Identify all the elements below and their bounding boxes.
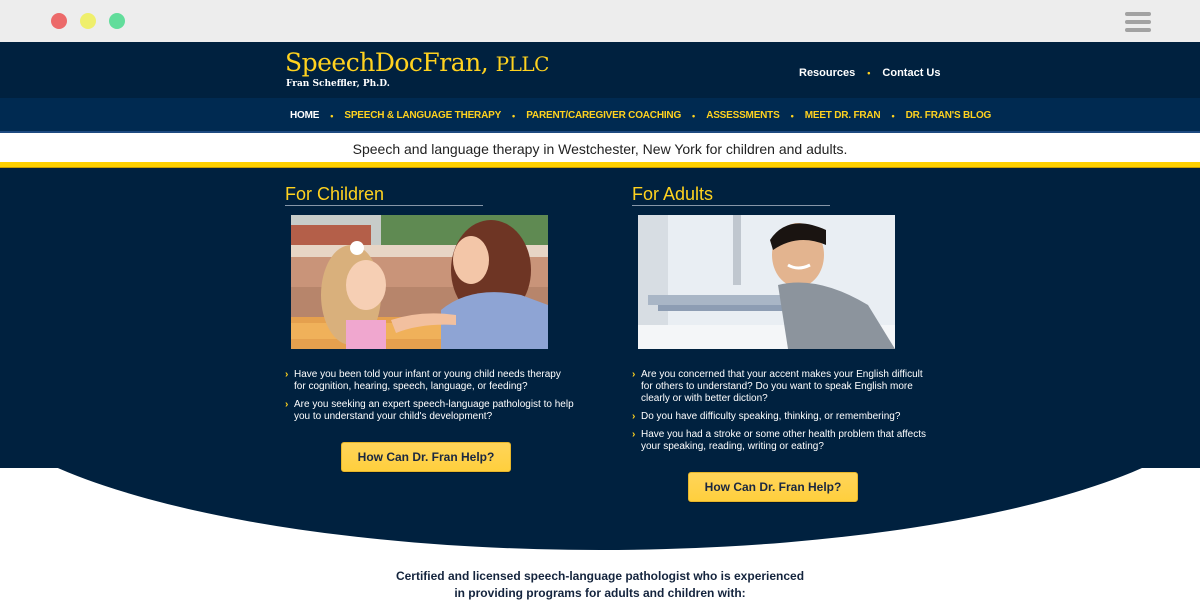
certified-line-1: Certified and licensed speech-language p…	[395, 569, 805, 583]
nav-separator: •	[512, 110, 516, 121]
title-underline	[632, 205, 830, 206]
nav-parent-caregiver-coaching[interactable]: PARENT/CAREGIVER COACHING	[526, 110, 681, 121]
window-minimize-button[interactable]	[80, 13, 96, 29]
list-item: › Have you been told your infant or young…	[285, 369, 561, 392]
browser-chrome	[0, 0, 1200, 42]
children-help-button[interactable]: How Can Dr. Fran Help?	[341, 442, 511, 472]
for-children-section: For Children › Have you been told your in…	[285, 183, 585, 472]
list-item: › Have you had a stroke or some other hea…	[632, 429, 926, 452]
logo-title: SpeechDocFran,	[285, 48, 489, 77]
separator-dot: •	[867, 68, 871, 78]
nav-separator: •	[790, 110, 794, 121]
resources-link[interactable]: Resources	[799, 67, 855, 79]
chevron-right-icon: ›	[285, 399, 289, 410]
contact-us-link[interactable]: Contact Us	[882, 67, 940, 79]
nav-home[interactable]: HOME	[290, 110, 319, 121]
utility-links: Resources • Contact Us	[799, 67, 940, 79]
chevron-right-icon: ›	[632, 369, 636, 380]
title-underline	[285, 205, 483, 206]
tagline: Speech and language therapy in Westchest…	[0, 135, 1200, 162]
list-item: › Do you have difficulty speaking, thinki…	[632, 411, 901, 422]
certified-line-2: in providing programs for adults and chi…	[454, 586, 746, 600]
chevron-right-icon: ›	[632, 429, 636, 440]
nav-separator: •	[692, 110, 696, 121]
children-photo	[291, 215, 548, 349]
hero-background	[0, 168, 1200, 468]
adults-help-button[interactable]: How Can Dr. Fran Help?	[688, 472, 858, 502]
nav-dr-frans-blog[interactable]: DR. FRAN'S BLOG	[906, 110, 992, 121]
certified-intro: Certified and licensed speech-language p…	[0, 568, 1200, 602]
chevron-right-icon: ›	[285, 369, 289, 380]
logo-subtitle: Fran Scheffler, Ph.D.	[286, 79, 390, 89]
nav-assessments[interactable]: ASSESSMENTS	[706, 110, 780, 121]
section-title: For Children	[285, 184, 385, 204]
hamburger-menu-icon[interactable]	[1125, 12, 1151, 32]
children-questions: › Have you been told your infant or young…	[285, 369, 575, 429]
chevron-right-icon: ›	[632, 411, 636, 422]
for-adults-section: For Adults › Are you concerned that your …	[632, 183, 932, 502]
logo-suffix: PLLC	[495, 52, 550, 76]
site-header: SpeechDocFran, PLLC Fran Scheffler, Ph.D…	[0, 42, 1200, 98]
nav-speech-language-therapy[interactable]: SPEECH & LANGUAGE THERAPY	[344, 110, 501, 121]
window-maximize-button[interactable]	[109, 13, 125, 29]
nav-meet-dr-fran[interactable]: MEET DR. FRAN	[805, 110, 881, 121]
nav-separator: •	[330, 110, 334, 121]
site-logo[interactable]: SpeechDocFran, PLLC	[285, 48, 549, 77]
window-close-button[interactable]	[51, 13, 67, 29]
section-title: For Adults	[632, 184, 714, 204]
adults-photo	[638, 215, 895, 349]
main-nav: HOME • SPEECH & LANGUAGE THERAPY • PAREN…	[0, 98, 1200, 133]
adults-questions: › Are you concerned that your accent make…	[632, 369, 932, 459]
nav-separator: •	[891, 110, 895, 121]
list-item: › Are you concerned that your accent make…	[632, 369, 923, 404]
list-item: › Are you seeking an expert speech-langua…	[285, 399, 574, 422]
